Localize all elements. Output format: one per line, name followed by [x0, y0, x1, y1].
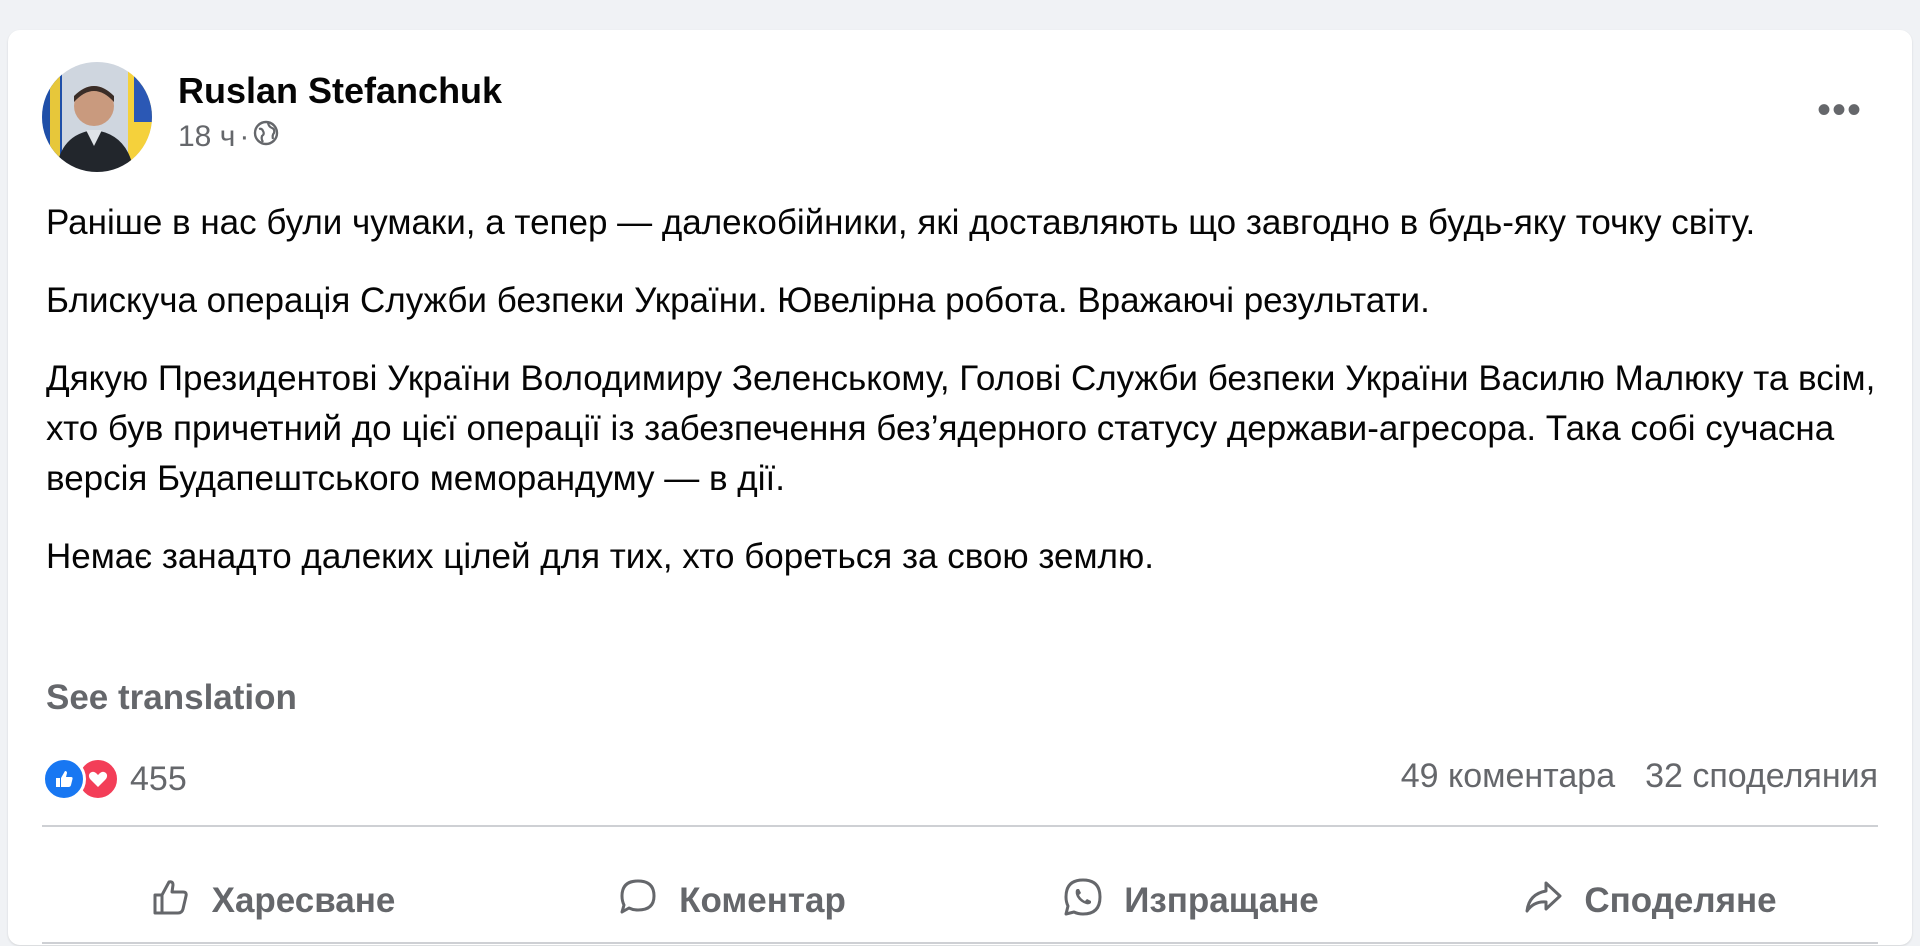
post-paragraph: Раніше в нас були чумаки, а тепер — дале…	[46, 203, 1756, 242]
comment-label: Коментар	[679, 881, 846, 920]
globe-icon	[253, 120, 279, 154]
post-header: Ruslan Stefanchuk 18 ч · •••	[42, 62, 1878, 172]
share-arrow-icon	[1520, 874, 1566, 929]
comments-count[interactable]: 49 коментара	[1401, 757, 1615, 796]
comment-icon	[615, 874, 661, 929]
divider-bottom	[42, 942, 1878, 944]
thumbs-up-icon	[148, 874, 194, 929]
share-button[interactable]: Споделяне	[1419, 856, 1878, 946]
avatar[interactable]	[42, 62, 152, 172]
author-name[interactable]: Ruslan Stefanchuk	[178, 70, 502, 112]
action-bar: Харесване Коментар Изпращане Споделяне	[42, 856, 1878, 946]
post-paragraph: Блискуча операція Служби безпеки України…	[46, 281, 1430, 320]
like-label: Харесване	[211, 881, 396, 920]
see-translation-link[interactable]: See translation	[46, 678, 297, 718]
meta-separator: ·	[239, 120, 250, 153]
post-paragraph: Дякую Президентові України Володимиру Зе…	[46, 359, 1876, 498]
shares-count[interactable]: 32 споделяния	[1645, 757, 1878, 796]
like-reaction-icon	[42, 757, 86, 801]
post-time[interactable]: 18 ч	[178, 120, 235, 154]
send-label: Изпращане	[1124, 881, 1319, 920]
reactions-count: 455	[130, 759, 187, 798]
comment-button[interactable]: Коментар	[501, 856, 960, 946]
more-options-icon[interactable]: •••	[1817, 90, 1862, 130]
post-card: Ruslan Stefanchuk 18 ч · ••• Раніше в на…	[8, 30, 1912, 945]
share-label: Споделяне	[1584, 881, 1777, 920]
reactions-summary[interactable]: 455	[42, 757, 187, 801]
post-stats: 455 49 коментара 32 споделяния	[42, 757, 1878, 813]
whatsapp-icon	[1060, 874, 1106, 929]
like-button[interactable]: Харесване	[42, 856, 501, 946]
post-meta: 18 ч ·	[178, 120, 279, 154]
send-button[interactable]: Изпращане	[960, 856, 1419, 946]
engagement-counts: 49 коментара 32 споделяния	[1401, 757, 1878, 796]
post-paragraph: Немає занадто далеких цілей для тих, хто…	[46, 537, 1154, 576]
post-body: Раніше в нас були чумаки, а тепер — дале…	[46, 198, 1876, 610]
divider-top	[42, 825, 1878, 827]
